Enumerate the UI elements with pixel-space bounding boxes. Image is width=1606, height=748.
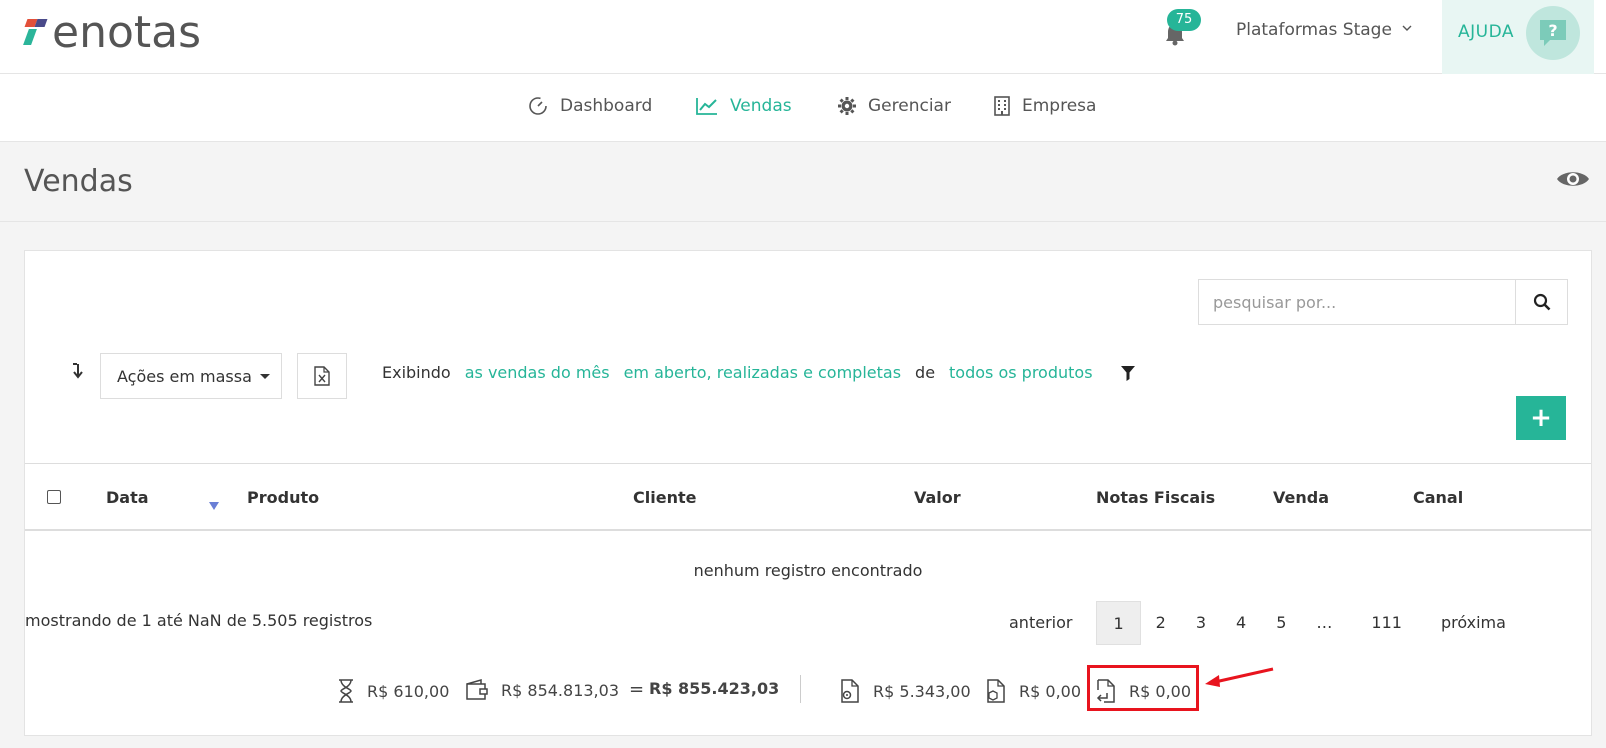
logo-text: enotas bbox=[52, 7, 202, 58]
filter-status-link[interactable]: em aberto, realizadas e completas bbox=[624, 363, 901, 382]
column-header-valor[interactable]: Valor bbox=[914, 488, 961, 507]
mass-actions-label: Ações em massa bbox=[117, 366, 252, 386]
filter-prefix: Exibindo bbox=[382, 363, 451, 382]
column-header-produto[interactable]: Produto bbox=[247, 488, 319, 507]
export-excel-button[interactable] bbox=[297, 353, 347, 399]
total-invoices-issued: R$ 5.343,00 bbox=[839, 679, 971, 703]
funnel-filter-icon[interactable] bbox=[1121, 366, 1135, 385]
red-arrow-annotation-icon bbox=[1203, 667, 1275, 693]
dashboard-gauge-icon bbox=[528, 96, 548, 116]
nav-item-empresa[interactable]: Empresa bbox=[994, 96, 1096, 116]
total-received-value: R$ 854.813,03 bbox=[501, 680, 619, 700]
filter-summary: Exibindo as vendas do mês em aberto, rea… bbox=[382, 363, 1093, 382]
search-box bbox=[1198, 279, 1568, 325]
column-header-data[interactable]: Data bbox=[106, 488, 149, 507]
platform-selector[interactable]: Plataformas Stage bbox=[1236, 20, 1412, 40]
total-invoices-product-value: R$ 0,00 bbox=[1019, 681, 1082, 701]
sort-order-icon[interactable] bbox=[71, 363, 83, 383]
total-pending: R$ 610,00 bbox=[337, 679, 449, 703]
total-received: R$ 854.813,03 bbox=[465, 679, 619, 701]
filter-period-link[interactable]: as vendas do mês bbox=[465, 363, 610, 382]
totals-bar: R$ 610,00 R$ 854.813,03 = R$ 855.423,03 … bbox=[25, 665, 1591, 717]
pagination-page[interactable]: 111 bbox=[1347, 601, 1426, 645]
table-header: Data Produto Cliente Valor Notas Fiscais… bbox=[25, 463, 1591, 531]
total-sum-value: R$ 855.423,03 bbox=[649, 679, 780, 698]
total-refunds: R$ 0,00 bbox=[1095, 679, 1191, 703]
sort-desc-icon[interactable] bbox=[209, 502, 219, 510]
pagination-page[interactable]: 4 bbox=[1221, 601, 1261, 645]
search-button[interactable] bbox=[1515, 280, 1567, 324]
total-refunds-value: R$ 0,00 bbox=[1129, 681, 1192, 701]
top-bar: enotas 75 Plataformas Stage AJUDA ? bbox=[0, 0, 1606, 74]
filter-of-text: de bbox=[915, 363, 936, 382]
mass-actions-dropdown[interactable]: Ações em massa bbox=[100, 353, 282, 399]
column-header-venda[interactable]: Venda bbox=[1273, 488, 1329, 507]
total-pending-value: R$ 610,00 bbox=[367, 681, 450, 701]
page-title: Vendas bbox=[24, 164, 133, 199]
total-invoices-issued-value: R$ 5.343,00 bbox=[873, 681, 971, 701]
gear-icon bbox=[838, 97, 856, 115]
pagination-page[interactable]: 3 bbox=[1181, 601, 1221, 645]
pagination-next[interactable]: próxima bbox=[1426, 601, 1521, 645]
empty-table-message: nenhum registro encontrado bbox=[693, 561, 923, 580]
invoice-gear-icon bbox=[841, 679, 859, 703]
pagination-prev[interactable]: anterior bbox=[985, 601, 1096, 645]
nav-item-vendas[interactable]: Vendas bbox=[696, 96, 792, 116]
nav-item-label: Dashboard bbox=[560, 96, 653, 116]
help-label: AJUDA bbox=[1458, 22, 1515, 42]
eye-icon[interactable] bbox=[1556, 168, 1590, 194]
pagination-page[interactable]: 2 bbox=[1141, 601, 1181, 645]
records-summary: mostrando de 1 até NaN de 5.505 registro… bbox=[25, 611, 373, 630]
building-icon bbox=[994, 96, 1010, 116]
pagination-page-current[interactable]: 1 bbox=[1096, 601, 1141, 645]
title-divider bbox=[0, 221, 1606, 222]
total-invoices-product: R$ 0,00 bbox=[985, 679, 1081, 703]
nav-item-gerenciar[interactable]: Gerenciar bbox=[838, 96, 951, 116]
column-header-notas-fiscais[interactable]: Notas Fiscais bbox=[1096, 488, 1215, 507]
nav-item-dashboard[interactable]: Dashboard bbox=[528, 96, 652, 116]
select-all-checkbox[interactable] bbox=[47, 490, 61, 504]
hourglass-icon bbox=[339, 679, 353, 703]
column-header-canal[interactable]: Canal bbox=[1413, 488, 1463, 507]
search-input[interactable] bbox=[1199, 280, 1515, 324]
logo-mark-icon bbox=[23, 13, 50, 53]
invoice-box-icon bbox=[987, 679, 1005, 703]
search-icon bbox=[1533, 293, 1550, 311]
excel-file-icon bbox=[314, 366, 330, 386]
caret-down-icon bbox=[259, 373, 270, 379]
nav-item-label: Vendas bbox=[730, 96, 792, 116]
main-nav: Dashboard Vendas Gerenciar Empresa bbox=[0, 74, 1606, 142]
notification-count-badge[interactable]: 75 bbox=[1167, 9, 1201, 31]
nav-item-label: Gerenciar bbox=[868, 96, 951, 116]
add-sale-button[interactable]: + bbox=[1516, 396, 1566, 440]
column-header-cliente[interactable]: Cliente bbox=[633, 488, 696, 507]
help-question-icon[interactable]: ? bbox=[1526, 6, 1580, 60]
chevron-down-icon bbox=[1402, 17, 1412, 37]
totals-divider bbox=[800, 675, 801, 703]
help-panel[interactable]: AJUDA ? bbox=[1442, 0, 1594, 74]
pagination: anterior 1 2 3 4 5 … 111 próxima bbox=[985, 601, 1521, 645]
platform-label: Plataformas Stage bbox=[1236, 20, 1392, 40]
pagination-page[interactable]: 5 bbox=[1261, 601, 1301, 645]
wallet-icon bbox=[466, 679, 488, 700]
svg-text:?: ? bbox=[1548, 21, 1557, 40]
nav-item-label: Empresa bbox=[1022, 96, 1097, 116]
enotas-logo[interactable]: enotas bbox=[23, 7, 202, 58]
filter-products-link[interactable]: todos os produtos bbox=[949, 363, 1093, 382]
pagination-ellipsis: … bbox=[1316, 613, 1333, 632]
line-chart-icon bbox=[696, 97, 718, 115]
sales-card: Ações em massa Exibindo as vendas do mês… bbox=[24, 250, 1592, 736]
invoice-return-icon bbox=[1096, 679, 1115, 703]
equals-sign: = bbox=[629, 679, 645, 700]
